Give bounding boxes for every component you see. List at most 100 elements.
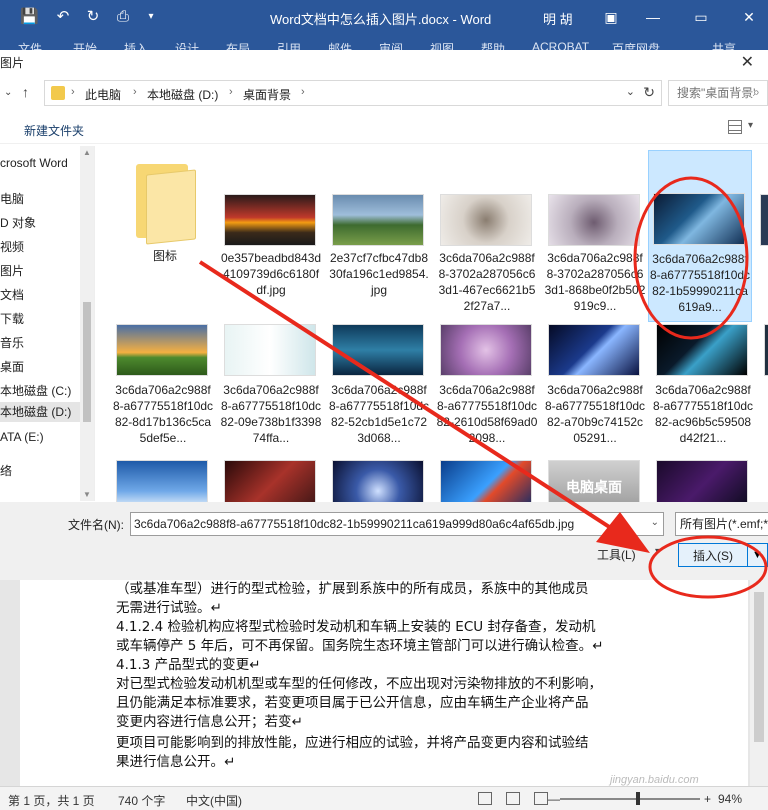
zoom-slider[interactable] (560, 798, 700, 800)
search-input[interactable] (669, 81, 755, 105)
file-item[interactable]: 3c6da706a2c988f8-a67775518f10dc82-8d17b1… (112, 322, 214, 452)
tab-acrobat[interactable]: ACROBAT (532, 40, 589, 50)
zoom-level[interactable]: 94% (718, 792, 742, 806)
scroll-down-icon[interactable]: ▼ (83, 490, 91, 499)
tab-home[interactable]: 开始 (73, 40, 97, 50)
insert-button[interactable]: 插入(S) (678, 543, 748, 567)
page-count[interactable]: 第 1 页，共 1 页 (8, 792, 95, 809)
nav-item-drive-e[interactable]: ATA (E:) (0, 430, 44, 444)
chevron-down-icon[interactable]: ⌄ (651, 517, 659, 528)
customize-qat-icon[interactable]: ▾ (142, 7, 160, 27)
web-layout-icon[interactable] (534, 792, 548, 805)
file-item[interactable] (652, 458, 754, 502)
refresh-icon[interactable]: ↻ (643, 84, 655, 101)
minimize-button[interactable]: — (642, 6, 664, 28)
tab-help[interactable]: 帮助 (481, 40, 505, 50)
insert-dropdown-icon[interactable]: ▼ (748, 543, 768, 567)
undo-icon[interactable]: ↶ (54, 7, 72, 27)
nav-item-downloads[interactable]: 下载 (0, 310, 24, 327)
chevron-right-icon[interactable]: › (71, 86, 75, 98)
file-item[interactable] (756, 150, 768, 300)
restore-button[interactable]: ▭ (690, 6, 712, 28)
nav-item-desktop[interactable]: 桌面 (0, 358, 24, 375)
file-item[interactable]: 0e357beadbd843d4109739d6c6180fdf.jpg (220, 150, 322, 300)
file-item[interactable] (436, 458, 538, 502)
breadcrumb-this-pc[interactable]: 此电脑 (85, 86, 121, 103)
chevron-right-icon[interactable]: › (133, 86, 137, 98)
redo-icon[interactable]: ↻ (84, 7, 102, 27)
filename-input[interactable] (131, 513, 641, 535)
nav-item-videos[interactable]: 视频 (0, 238, 24, 255)
file-item[interactable] (220, 458, 322, 502)
file-item[interactable]: 3c6da706a2c988f8-3702a287056c63d1-467ec6… (436, 150, 538, 313)
file-item[interactable]: 3c6da706a2c988f8-a67775518f10dc82-09e738… (220, 322, 322, 452)
user-name[interactable]: 明 胡 (543, 9, 573, 28)
tab-review[interactable]: 审阅 (379, 40, 403, 50)
breadcrumb-drive-d[interactable]: 本地磁盘 (D:) (147, 86, 218, 103)
nav-item-network[interactable]: 络 (0, 462, 12, 479)
document-scrollbar[interactable] (750, 580, 768, 786)
filetype-select[interactable]: 所有图片(*.emf;* (675, 512, 768, 536)
nav-scroll-thumb[interactable] (83, 302, 91, 422)
chevron-right-icon[interactable]: › (301, 86, 305, 98)
address-dropdown-icon[interactable]: ⌄ (626, 85, 635, 98)
nav-scrollbar[interactable]: ▲ ▼ (80, 146, 94, 501)
language-status[interactable]: 中文(中国) (186, 792, 242, 809)
tab-layout[interactable]: 布局 (226, 40, 250, 50)
file-item[interactable]: 3c6da706a2c988f8-a67775518f10dc82-a70b9c… (544, 322, 646, 452)
new-folder-button[interactable]: 新建文件夹 (24, 122, 84, 139)
nav-item-music[interactable]: 音乐 (0, 334, 24, 351)
file-item[interactable]: 电脑桌面 (544, 458, 646, 502)
tools-menu[interactable]: 工具(L) (597, 546, 636, 563)
file-item[interactable] (112, 458, 214, 502)
tab-view[interactable]: 视图 (430, 40, 454, 50)
file-item[interactable]: 3c6da706a2c988f8-3702a287056c63d1-868be0… (544, 150, 646, 313)
nav-item-pictures[interactable]: 图片 (0, 262, 24, 279)
nav-item-word[interactable]: crosoft Word (0, 156, 68, 170)
tab-design[interactable]: 设计 (175, 40, 199, 50)
tab-file[interactable]: 文件 (18, 40, 42, 50)
zoom-out-button[interactable]: — (548, 792, 560, 806)
up-arrow-icon[interactable]: ↑ (22, 84, 29, 100)
address-bar[interactable]: › 此电脑 › 本地磁盘 (D:) › 桌面背景 › ⌄ ↻ (44, 80, 662, 106)
search-icon[interactable]: ⌕ (753, 85, 765, 99)
tab-insert[interactable]: 插入 (124, 40, 148, 50)
save-icon[interactable]: 💾 (20, 7, 39, 27)
view-options-icon[interactable] (728, 120, 742, 134)
print-preview-icon[interactable]: ⎙ (114, 7, 132, 27)
close-button[interactable]: ✕ (738, 6, 760, 28)
chevron-right-icon[interactable]: › (229, 86, 233, 98)
nav-item-this-pc[interactable]: 电脑 (0, 190, 24, 207)
file-item-folder[interactable]: 图标 (114, 150, 216, 274)
tab-share[interactable]: 共享 (712, 40, 736, 50)
file-item[interactable] (328, 458, 430, 502)
print-layout-icon[interactable] (506, 792, 520, 805)
word-count[interactable]: 740 个字 (118, 792, 165, 809)
file-item-selected[interactable]: 3c6da706a2c988f8-a67775518f10dc82-1b5999… (648, 150, 752, 322)
file-item[interactable]: 2e37cf7cfbc47db830fa196c1ed9854.jpg (328, 150, 430, 300)
file-item[interactable]: 3c6da706a2c988f8-a67775518f10dc82-2610d5… (436, 322, 538, 452)
nav-item-documents[interactable]: 文档 (0, 286, 24, 303)
recent-locations-icon[interactable]: ⌄ (4, 87, 12, 98)
document-scroll-thumb[interactable] (754, 592, 764, 742)
view-dropdown-icon[interactable]: ▾ (748, 120, 753, 131)
file-item[interactable]: 3c6da706a2c988f8-a67775518f10dc82-ac96b5… (652, 322, 754, 452)
zoom-in-button[interactable]: + (704, 792, 711, 806)
tab-references[interactable]: 引用 (277, 40, 301, 50)
nav-item-drive-c[interactable]: 本地磁盘 (C:) (0, 382, 71, 399)
filename-field[interactable]: ⌄ (130, 512, 664, 536)
file-item[interactable] (760, 322, 768, 452)
tools-dropdown-icon[interactable]: ▾ (655, 546, 660, 557)
dialog-close-icon[interactable]: ✕ (741, 52, 754, 72)
nav-item-3d-objects[interactable]: D 对象 (0, 214, 36, 231)
ribbon-display-icon[interactable]: ▣ (600, 6, 622, 28)
search-box[interactable]: ⌕ (668, 80, 768, 106)
document-page[interactable]: （或基准车型）进行的型式检验，扩展到系族中的所有成员，系族中的其他成员 无需进行… (20, 580, 748, 786)
read-mode-icon[interactable] (478, 792, 492, 805)
file-item[interactable]: 3c6da706a2c988f8-a67775518f10dc82-52cb1d… (328, 322, 430, 452)
tab-mailings[interactable]: 邮件 (328, 40, 352, 50)
breadcrumb-desktop-bg[interactable]: 桌面背景 (243, 86, 291, 103)
tab-baidu[interactable]: 百度网盘 (612, 40, 660, 50)
zoom-slider-thumb[interactable] (636, 792, 640, 805)
scroll-up-icon[interactable]: ▲ (83, 148, 91, 157)
